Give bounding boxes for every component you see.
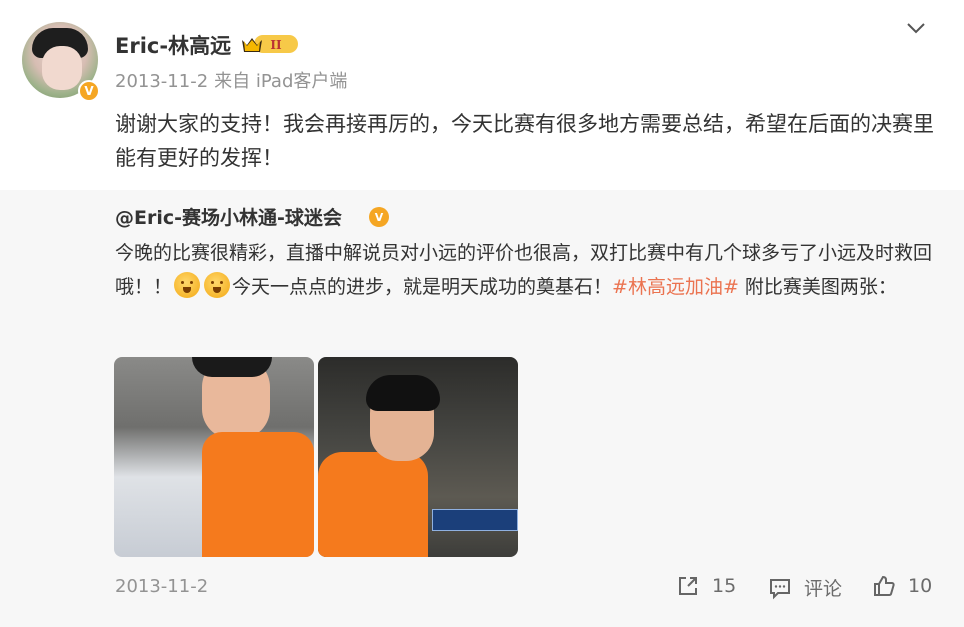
emoji-icon	[174, 272, 201, 298]
post-date[interactable]: 2013-11-2	[115, 71, 208, 92]
player-shirt	[202, 432, 314, 557]
avatar-face	[42, 46, 82, 90]
footer-date[interactable]: 2013-11-2	[115, 576, 208, 597]
chevron-down-icon[interactable]	[904, 16, 928, 40]
like-button[interactable]: 10	[872, 574, 932, 598]
post-username[interactable]: Eric-林高远	[115, 30, 231, 60]
comment-button[interactable]: 评论	[768, 574, 842, 601]
repost-text: 今晚的比赛很精彩，直播中解说员对小远的评价也很高，双打比赛中有几个球多亏了小远及…	[115, 236, 935, 304]
like-count: 10	[908, 575, 933, 597]
share-count: 15	[712, 575, 737, 597]
share-button[interactable]: 15	[676, 574, 736, 598]
hashtag-link[interactable]: #林高远加油#	[612, 276, 739, 298]
comment-label: 评论	[804, 578, 843, 600]
post-source: 来自 iPad客户端	[214, 71, 348, 92]
player-hair	[192, 357, 272, 377]
repost-image-1[interactable]	[114, 357, 314, 557]
player-hair	[366, 375, 440, 411]
repost-text-part3: 附比赛美图两张：	[738, 276, 897, 298]
repost-username[interactable]: @Eric-赛场小林通-球迷会	[115, 203, 342, 230]
post-text: 谢谢大家的支持！我会再接再厉的，今天比赛有很多地方需要总结，希望在后面的决赛里能…	[115, 112, 934, 170]
post-footer: 2013-11-2 15 评论 10	[0, 560, 964, 627]
player-shirt	[318, 452, 428, 557]
member-badge-icon[interactable]: II	[240, 32, 298, 56]
like-icon	[874, 575, 895, 596]
repost-image-2[interactable]	[318, 357, 518, 557]
weibo-post: V Eric-林高远 II 2013-11-2 来自 iPad客户端 谢谢大家的支…	[0, 0, 964, 190]
post-meta: 2013-11-2 来自 iPad客户端	[115, 67, 347, 93]
emoji-icon	[204, 272, 231, 298]
scoreboard-overlay	[432, 509, 518, 531]
repost-text-part2: 今天一点点的进步，就是明天成功的奠基石！	[232, 276, 613, 298]
verified-icon: V	[78, 80, 100, 102]
share-icon	[679, 577, 697, 595]
svg-text:II: II	[270, 38, 282, 52]
comment-icon	[770, 578, 790, 599]
verified-icon: V	[369, 207, 389, 227]
